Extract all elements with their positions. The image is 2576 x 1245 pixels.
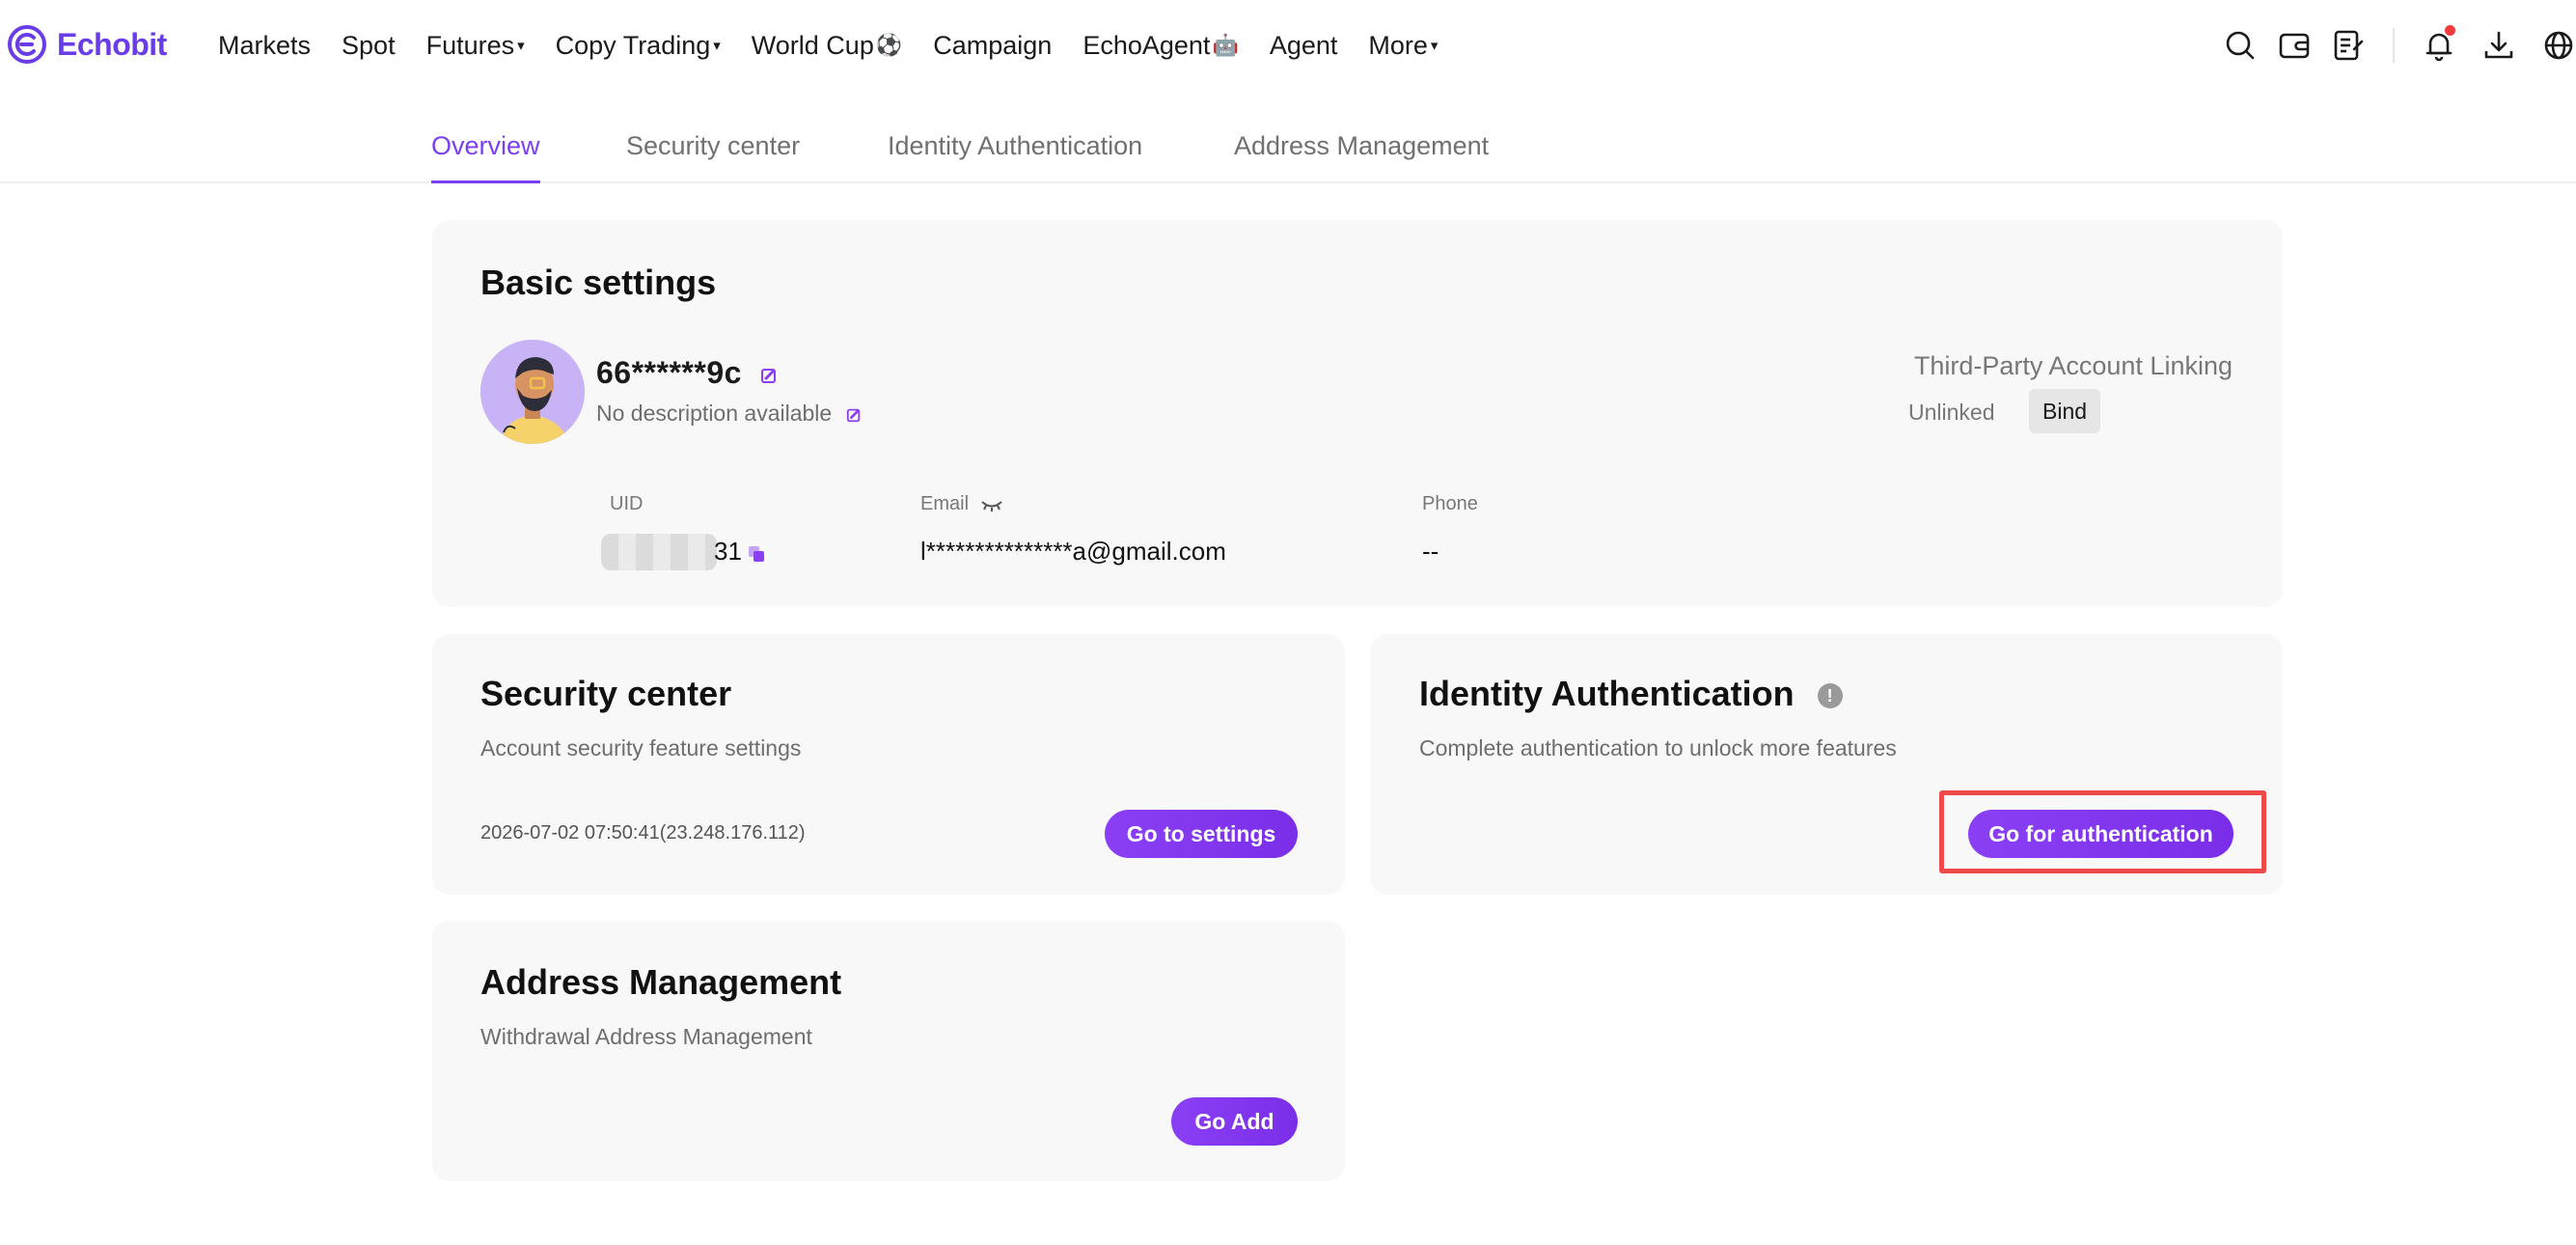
last-login-info: 2026-07-02 07:50:41(23.248.176.112) [480,822,806,844]
nav-spot[interactable]: Spot [342,31,396,61]
tab-security-center[interactable]: Security center [626,131,800,183]
nav-futures-label: Futures [425,30,515,60]
nav-copy-trading-label: Copy Trading [555,30,711,60]
caret-down-icon: ▾ [517,38,525,54]
go-to-settings-button[interactable]: Go to settings [1105,810,1298,858]
go-for-authentication-button[interactable]: Go for authentication [1968,810,2233,858]
security-center-card: Security center Account security feature… [432,634,1345,895]
nav-futures[interactable]: Futures ▾ [426,31,525,61]
nav-agent[interactable]: Agent [1270,31,1338,61]
edit-description-icon[interactable] [846,407,862,423]
email-value: l***************a@gmail.com [920,537,1226,566]
caret-down-icon: ▾ [713,38,721,54]
bind-button[interactable]: Bind [2029,389,2101,433]
eye-closed-icon[interactable] [980,497,1003,512]
caret-down-icon: ▾ [1430,38,1439,54]
address-management-card: Address Management Withdrawal Address Ma… [432,921,1345,1181]
email-label-text: Email [920,493,970,514]
uid-redacted-mask [601,534,717,570]
tab-overview[interactable]: Overview [431,131,540,183]
tab-address-management[interactable]: Address Management [1234,131,1489,183]
nav-echo-agent-label: EchoAgent [1082,30,1211,60]
identity-authentication-title-row: Identity Authentication ! [1419,674,1843,714]
main-nav: Markets Spot Futures ▾ Copy Trading ▾ Wo… [218,0,1468,91]
nav-echo-agent[interactable]: EchoAgent 🤖 [1082,31,1239,61]
phone-value: -- [1422,537,1439,566]
security-center-title: Security center [480,674,732,713]
nav-copy-trading[interactable]: Copy Trading ▾ [556,31,721,61]
username-text: 66******9c [596,355,742,390]
third-party-status: Unlinked [1908,400,1995,425]
robot-icon: 🤖 [1212,33,1239,57]
go-add-button[interactable]: Go Add [1171,1097,1298,1146]
tab-identity-authentication[interactable]: Identity Authentication [888,131,1142,183]
username: 66******9c [596,355,778,391]
top-header: Echobit Markets Spot Futures ▾ Copy Trad… [0,0,2576,91]
nav-more-label: More [1368,30,1428,60]
basic-settings-card: Basic settings 66******9c No description… [432,220,2283,607]
account-tabs: Overview Security center Identity Authen… [0,110,2576,183]
header-actions [2223,0,2576,91]
avatar[interactable] [480,340,585,444]
nav-campaign[interactable]: Campaign [933,31,1052,61]
info-icon[interactable]: ! [1817,683,1843,709]
profile-description-text: No description available [596,401,833,426]
brand-name: Echobit [57,26,167,62]
avatar-illustration [480,340,585,444]
nav-world-cup[interactable]: World Cup ⚽ [752,31,902,61]
orders-icon[interactable] [2331,28,2366,63]
third-party-linking-title: Third-Party Account Linking [1913,351,2233,380]
uid-value: 31 [714,537,742,566]
identity-authentication-card: Identity Authentication ! Complete authe… [1370,634,2283,895]
nav-markets[interactable]: Markets [218,31,311,61]
address-management-subtitle: Withdrawal Address Management [480,1024,812,1049]
security-center-subtitle: Account security feature settings [480,735,802,761]
globe-icon[interactable] [2541,28,2576,63]
phone-label: Phone [1422,493,1478,514]
nav-world-cup-label: World Cup [751,30,874,60]
download-icon[interactable] [2481,28,2516,63]
soccer-ball-icon: ⚽ [875,33,903,57]
nav-more[interactable]: More ▾ [1368,31,1438,61]
identity-authentication-subtitle: Complete authentication to unlock more f… [1419,735,1897,761]
basic-settings-title: Basic settings [480,263,717,302]
header-divider [2393,28,2395,63]
copy-uid-icon[interactable] [747,544,766,564]
notification-dot [2445,25,2455,36]
address-management-title: Address Management [480,962,842,1002]
profile-description: No description available [596,401,862,427]
logo-icon [8,25,46,64]
brand-logo[interactable]: Echobit [8,25,167,64]
app-root: Echobit Markets Spot Futures ▾ Copy Trad… [0,0,2576,1245]
identity-authentication-title: Identity Authentication [1419,674,1795,713]
bell-icon[interactable] [2422,25,2456,63]
search-icon[interactable] [2223,28,2258,63]
email-label: Email [920,493,1003,515]
edit-username-icon[interactable] [760,367,778,384]
uid-label: UID [610,493,644,514]
wallet-icon[interactable] [2277,28,2312,63]
